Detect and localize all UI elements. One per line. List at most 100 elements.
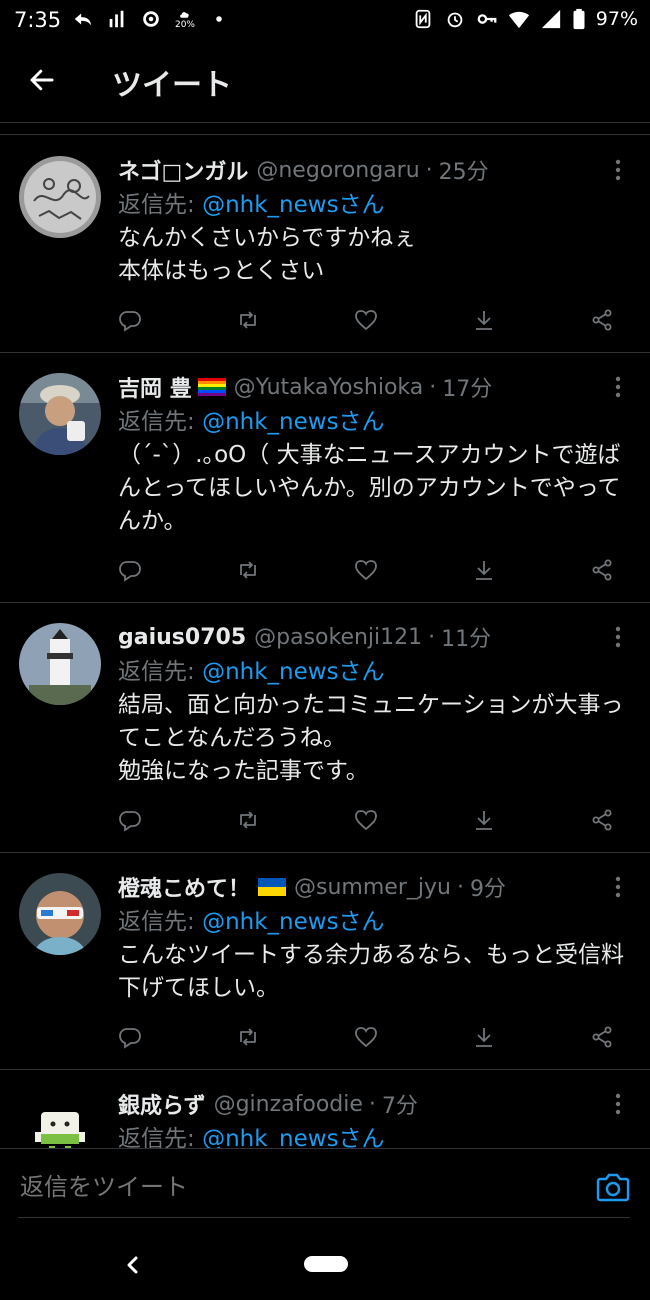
tweet-time[interactable]: 7分 [382, 1088, 418, 1120]
reply-to: 返信先: @nhk_newsさん [118, 905, 628, 939]
tweet[interactable]: 吉岡 豊 @YutakaYoshioka · 17分 返信先: @nhk_new… [0, 353, 650, 603]
more-options-icon[interactable] [608, 625, 628, 649]
status-bar: 7:35 20% 97% [0, 0, 650, 40]
reply-icon[interactable] [116, 1023, 144, 1051]
tweet-list[interactable]: ネゴ□ンガル @negorongaru · 25分 返信先: @nhk_news… [0, 136, 650, 1148]
more-options-icon[interactable] [608, 875, 628, 899]
tweet-actions [116, 1023, 616, 1069]
share-icon[interactable] [588, 306, 616, 334]
tweet-text: なんかくさいからですかねぇ 本体はもっとくさい [118, 225, 417, 284]
tweet-time[interactable]: 9分 [470, 871, 506, 903]
tweet-text: （´-`）.｡oO（ 大事なニュースアカウントで遊ばんとってほしいやんか。別のア… [118, 442, 621, 534]
user-handle[interactable]: @summer_jyu [294, 875, 451, 900]
reply-arrow-icon [72, 8, 94, 30]
like-icon[interactable] [352, 306, 380, 334]
data-saver-label: 20% [174, 20, 195, 30]
share-icon[interactable] [588, 806, 616, 834]
dot-icon [208, 8, 230, 30]
home-pill-icon[interactable] [304, 1256, 348, 1272]
camera-icon[interactable] [596, 1171, 630, 1203]
tweet-time[interactable]: 11分 [441, 621, 491, 653]
user-handle[interactable]: @ginzafoodie [214, 1092, 363, 1117]
more-options-icon[interactable] [608, 158, 628, 182]
reply-icon[interactable] [116, 806, 144, 834]
compose-divider [18, 1217, 630, 1218]
reply-to-link[interactable]: @nhk_newsさん [202, 409, 385, 435]
ukraine-flag-icon [258, 878, 287, 896]
like-icon[interactable] [352, 806, 380, 834]
avatar[interactable] [19, 1090, 101, 1148]
retweet-icon[interactable] [234, 806, 262, 834]
tweet-actions [116, 306, 616, 352]
tweet-header: 吉岡 豊 @YutakaYoshioka · 17分 [118, 371, 628, 403]
reply-compose-bar [0, 1148, 650, 1221]
tweet-time[interactable]: 17分 [442, 371, 492, 403]
status-left-icons: 20% [72, 8, 230, 30]
avatar[interactable] [19, 873, 101, 955]
reply-to: 返信先: @nhk_newsさん [118, 655, 628, 689]
separator-dot: · [456, 874, 464, 900]
display-name[interactable]: ネゴ□ンガル [118, 154, 248, 186]
avatar[interactable] [19, 373, 101, 455]
reply-to-link[interactable]: @nhk_newsさん [202, 1126, 385, 1148]
tweet-time[interactable]: 25分 [439, 154, 489, 186]
app-bar: ツイート [0, 44, 650, 116]
chevron-left-icon[interactable] [120, 1250, 144, 1280]
battery-percent: 97% [595, 8, 638, 30]
reply-to: 返信先: @nhk_newsさん [118, 188, 628, 222]
page-title: ツイート [112, 68, 232, 103]
download-icon[interactable] [470, 306, 498, 334]
user-handle[interactable]: @pasokenji121 [254, 625, 422, 650]
retweet-icon[interactable] [234, 306, 262, 334]
avatar[interactable] [19, 623, 101, 705]
user-handle[interactable]: @YutakaYoshioka [234, 375, 424, 400]
tweet[interactable]: 橙魂こめて！ @summer_jyu · 9分 返信先: @nhk_newsさん… [0, 853, 650, 1070]
reply-icon[interactable] [116, 556, 144, 584]
status-right-icons: 97% [412, 8, 638, 30]
tweet[interactable]: 銀成らず @ginzafoodie · 7分 返信先: @nhk_newsさん [0, 1070, 650, 1148]
reply-to-link[interactable]: @nhk_newsさん [202, 192, 385, 218]
download-icon[interactable] [470, 556, 498, 584]
alarm-icon [444, 8, 466, 30]
key-icon [476, 8, 498, 30]
share-icon[interactable] [588, 1023, 616, 1051]
cloud-icon: 20% [174, 8, 196, 30]
more-options-icon[interactable] [608, 375, 628, 399]
reply-to-link[interactable]: @nhk_newsさん [202, 659, 385, 685]
retweet-icon[interactable] [234, 556, 262, 584]
tweet-header: gaius0705 @pasokenji121 · 11分 [118, 621, 628, 653]
back-button[interactable] [24, 62, 60, 98]
tweet-actions [116, 806, 616, 852]
like-icon[interactable] [352, 1023, 380, 1051]
status-time: 7:35 [14, 8, 62, 32]
reply-input[interactable] [18, 1169, 562, 1205]
tweet[interactable]: ネゴ□ンガル @negorongaru · 25分 返信先: @nhk_news… [0, 136, 650, 353]
tweet-header: 銀成らず @ginzafoodie · 7分 [118, 1088, 628, 1120]
scroll-divider [0, 134, 650, 135]
arrow-left-icon [27, 65, 57, 95]
reply-icon[interactable] [116, 306, 144, 334]
reply-to-link[interactable]: @nhk_newsさん [202, 909, 385, 935]
more-options-icon[interactable] [608, 1092, 628, 1116]
display-name[interactable]: 吉岡 豊 [118, 371, 192, 403]
tweet-actions [116, 556, 616, 602]
cell-signal-icon [540, 8, 562, 30]
share-icon[interactable] [588, 556, 616, 584]
tweet-text: こんなツイートする余力あるなら、もっと受信料下げてほしい。 [118, 942, 624, 1001]
separator-dot: · [368, 1091, 376, 1117]
retweet-icon[interactable] [234, 1023, 262, 1051]
user-handle[interactable]: @negorongaru [256, 158, 419, 183]
display-name[interactable]: 銀成らず [118, 1088, 206, 1120]
tweet-header: 橙魂こめて！ @summer_jyu · 9分 [118, 871, 628, 903]
download-icon[interactable] [470, 806, 498, 834]
header-divider [0, 122, 650, 123]
tweet[interactable]: gaius0705 @pasokenji121 · 11分 返信先: @nhk_… [0, 603, 650, 853]
display-name[interactable]: 橙魂こめて！ [118, 871, 250, 903]
reply-label: 返信先: [118, 192, 195, 218]
tweet-header: ネゴ□ンガル @negorongaru · 25分 [118, 154, 628, 186]
download-icon[interactable] [470, 1023, 498, 1051]
like-icon[interactable] [352, 556, 380, 584]
separator-dot: · [429, 374, 437, 400]
display-name[interactable]: gaius0705 [118, 625, 246, 650]
avatar[interactable] [19, 156, 101, 238]
